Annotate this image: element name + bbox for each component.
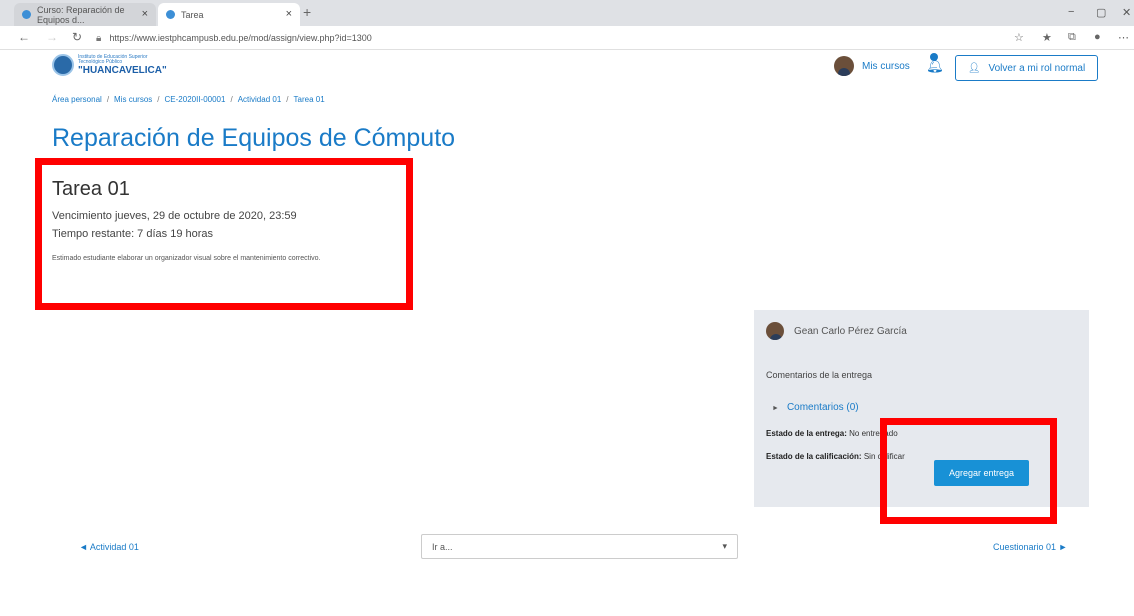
avatar xyxy=(766,322,784,340)
star-icon[interactable]: ☆ xyxy=(1014,31,1024,44)
notification-badge xyxy=(930,53,938,61)
lock-icon: 🔒︎ xyxy=(96,32,102,44)
institute-emblem-icon xyxy=(52,54,74,76)
notifications-bell-icon[interactable]: 🔔︎ xyxy=(926,53,944,74)
site-logo[interactable]: Instituto de Educación Superior Tecnológ… xyxy=(52,54,167,76)
breadcrumb-item[interactable]: CE-2020II-00001 xyxy=(165,95,226,104)
logo-name: "HUANCAVELICA" xyxy=(78,64,167,76)
collections-icon[interactable]: ⧉ xyxy=(1068,31,1076,44)
next-activity-link[interactable]: Cuestionario 01 ► xyxy=(993,542,1067,552)
browser-tab-course[interactable]: Curso: Reparación de Equipos d... × xyxy=(14,3,156,26)
my-courses-link[interactable]: Mis cursos xyxy=(862,61,910,72)
browser-tab-bar: Curso: Reparación de Equipos d... × Tare… xyxy=(0,0,1134,26)
comments-toggle[interactable]: ► Comentarios (0) xyxy=(772,402,859,413)
prev-activity-link[interactable]: ◄ Actividad 01 xyxy=(79,542,139,552)
profile-icon[interactable]: ● xyxy=(1094,31,1101,43)
breadcrumb-item[interactable]: Actividad 01 xyxy=(238,95,282,104)
globe-icon xyxy=(166,10,175,19)
caret-right-icon: ► xyxy=(772,405,779,412)
new-tab-button[interactable]: + xyxy=(303,4,311,20)
submission-status-label: Estado de la entrega: xyxy=(766,429,847,438)
highlight-box-add-submission xyxy=(880,418,1057,524)
url-text: https://www.iestphcampusb.edu.pe/mod/ass… xyxy=(109,33,372,43)
tab-title: Tarea xyxy=(181,9,204,20)
submission-status: Estado de la entrega: No entregado xyxy=(766,429,898,438)
favorites-icon[interactable]: ★ xyxy=(1042,31,1052,44)
close-icon[interactable]: × xyxy=(142,8,148,20)
more-icon[interactable]: ⋯ xyxy=(1118,31,1129,44)
breadcrumb-item[interactable]: Área personal xyxy=(52,95,102,104)
role-button-label: Volver a mi rol normal xyxy=(988,62,1086,74)
user-menu[interactable]: Mis cursos xyxy=(834,56,910,76)
browser-tab-tarea[interactable]: Tarea × xyxy=(158,3,300,26)
close-window-button[interactable]: ✕ xyxy=(1122,6,1131,19)
jump-to-select[interactable]: Ir a... ▾ xyxy=(421,534,738,559)
breadcrumb-item[interactable]: Mis cursos xyxy=(114,95,152,104)
breadcrumb: Área personal / Mis cursos / CE-2020II-000… xyxy=(52,95,325,104)
chevron-down-icon: ▾ xyxy=(722,541,727,551)
comments-link[interactable]: Comentarios (0) xyxy=(787,402,859,413)
submission-comments-heading: Comentarios de la entrega xyxy=(766,370,873,380)
student-header: Gean Carlo Pérez García xyxy=(766,322,907,340)
user-icon: 👤︎ xyxy=(967,62,981,74)
globe-icon xyxy=(22,10,31,19)
minimize-button[interactable]: − xyxy=(1068,6,1074,18)
back-icon[interactable]: ← xyxy=(18,30,30,44)
avatar[interactable] xyxy=(834,56,854,76)
return-normal-role-button[interactable]: 👤︎ Volver a mi rol normal xyxy=(955,55,1098,81)
logo-line2: Tecnológico Público xyxy=(78,58,123,65)
address-bar-row: ← → ↻ 🔒︎ https://www.iestphcampusb.edu.p… xyxy=(0,26,1134,50)
page-title: Reparación de Equipos de Cómputo xyxy=(52,124,456,152)
reload-icon[interactable]: ↻ xyxy=(72,30,82,44)
tab-title: Curso: Reparación de Equipos d... xyxy=(37,4,125,25)
forward-icon[interactable]: → xyxy=(46,30,58,44)
highlight-box-assignment xyxy=(35,158,413,310)
url-input[interactable]: 🔒︎ https://www.iestphcampusb.edu.pe/mod/… xyxy=(96,30,996,46)
close-icon[interactable]: × xyxy=(286,8,292,20)
jump-to-value: Ir a... xyxy=(432,541,453,552)
maximize-button[interactable]: ▢ xyxy=(1096,6,1106,19)
grading-status-label: Estado de la calificación: xyxy=(766,452,862,461)
student-name: Gean Carlo Pérez García xyxy=(794,325,907,337)
breadcrumb-item[interactable]: Tarea 01 xyxy=(294,95,325,104)
